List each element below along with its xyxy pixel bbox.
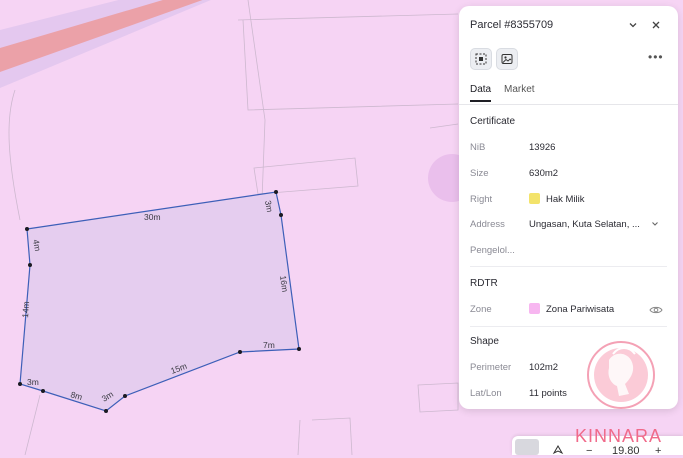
- address-expand-icon[interactable]: [651, 220, 659, 230]
- edge-label: 7m: [263, 340, 275, 350]
- zoom-out-button[interactable]: −: [586, 445, 592, 457]
- select-area-icon: [475, 53, 487, 65]
- parcel-panel: Parcel #8355709 ••• Data Market Certific…: [459, 6, 678, 409]
- compass-icon[interactable]: [552, 444, 564, 458]
- divider: [470, 266, 667, 267]
- pengelola-label: Pengelol...: [470, 245, 515, 256]
- tab-market[interactable]: Market: [504, 84, 535, 100]
- zone-value: Zona Pariwisata: [529, 303, 614, 315]
- zone-swatch: [529, 303, 540, 314]
- more-options-icon[interactable]: •••: [648, 50, 664, 64]
- right-label: Right: [470, 194, 493, 205]
- address-value[interactable]: Ungasan, Kuta Selatan, ...: [529, 219, 640, 230]
- right-value: Hak Milik: [529, 193, 585, 205]
- panel-tabs: Data Market: [459, 82, 678, 105]
- image-button[interactable]: [496, 48, 518, 70]
- close-icon[interactable]: [648, 17, 664, 33]
- address-label: Address: [470, 219, 505, 230]
- section-shape: Shape: [470, 336, 499, 347]
- zone-label: Zone: [470, 304, 492, 315]
- eye-icon[interactable]: [649, 303, 663, 315]
- chevron-down-icon[interactable]: [625, 17, 641, 33]
- zoom-level: 19.80: [612, 445, 640, 457]
- nib-label: NiB: [470, 142, 486, 153]
- perimeter-label: Perimeter: [470, 362, 512, 373]
- edge-label: 30m: [144, 212, 161, 222]
- map-controls-bar: − 19.80 +: [512, 436, 683, 458]
- divider: [470, 326, 667, 327]
- section-certificate: Certificate: [470, 116, 516, 127]
- basemap-thumbnail[interactable]: [515, 439, 539, 455]
- edge-label: 3m: [27, 377, 39, 387]
- section-rdtr: RDTR: [470, 278, 498, 289]
- panel-title: Parcel #8355709: [470, 19, 554, 31]
- edge-label: 4m: [31, 239, 43, 252]
- image-icon: [501, 54, 513, 64]
- size-value: 630m2: [529, 168, 559, 179]
- right-swatch: [529, 193, 540, 204]
- edge-label: 3m: [263, 200, 275, 213]
- zoom-in-button[interactable]: +: [655, 445, 661, 457]
- edge-label: 14m: [20, 301, 31, 318]
- latlon-value[interactable]: 11 points: [529, 388, 567, 399]
- latlon-label: Lat/Lon: [470, 388, 502, 399]
- perimeter-value: 102m2: [529, 362, 559, 373]
- tab-data[interactable]: Data: [470, 84, 492, 102]
- zone-text: Zona Pariwisata: [546, 304, 615, 315]
- select-area-button[interactable]: [470, 48, 492, 70]
- nib-value: 13926: [529, 142, 556, 153]
- right-text: Hak Milik: [546, 194, 585, 205]
- size-label: Size: [470, 168, 489, 179]
